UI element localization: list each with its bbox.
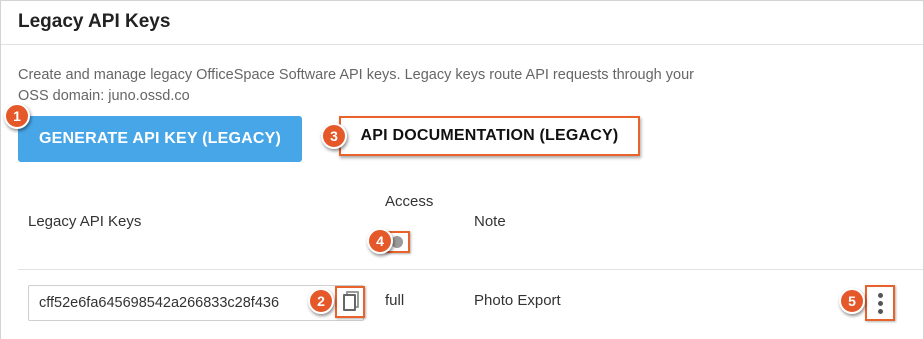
api-documentation-button[interactable]: API DOCUMENTATION (LEGACY) [339,116,640,156]
kebab-menu-icon-dot [878,301,883,306]
annotation-marker-4: 4 [367,228,393,254]
column-header-keys: Legacy API Keys [28,213,142,230]
table-divider [18,269,923,270]
page-title: Legacy API Keys [18,11,171,32]
panel-header: Legacy API Keys [1,1,923,45]
generate-api-key-button[interactable]: GENERATE API KEY (LEGACY) [18,116,302,162]
annotation-marker-3: 3 [321,123,347,149]
copy-icon-front [343,294,356,311]
panel-description: Create and manage legacy OfficeSpace Sof… [18,67,694,104]
kebab-menu-icon-dot [878,309,883,314]
annotation-marker-5: 5 [839,288,865,314]
row-actions-menu-button[interactable] [865,285,895,321]
access-value: full [385,292,405,309]
column-header-note: Note [474,213,506,230]
copy-key-button[interactable] [335,286,365,318]
column-header-access: Access [385,193,434,210]
legacy-api-keys-panel: Legacy API Keys Create and manage legacy… [0,0,924,339]
kebab-menu-icon [878,293,883,298]
annotation-marker-2: 2 [308,288,334,314]
annotation-marker-1: 1 [4,103,30,129]
note-value: Photo Export [474,292,561,309]
